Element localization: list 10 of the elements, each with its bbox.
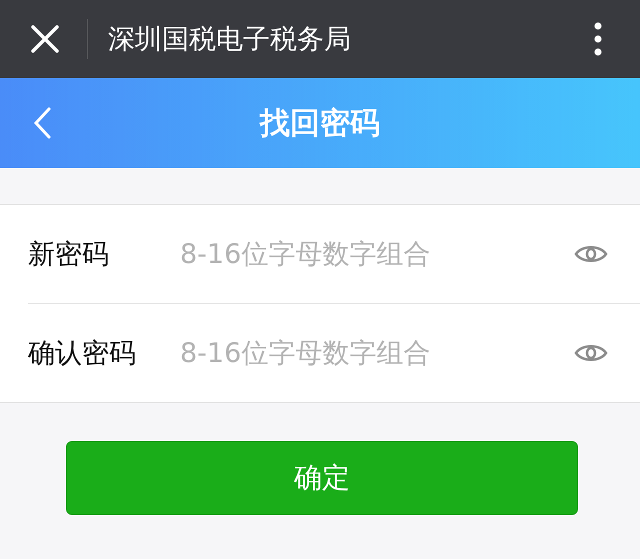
back-icon[interactable] — [33, 107, 51, 139]
field-label: 确认密码 — [28, 337, 137, 371]
page-title: 找回密码 — [260, 104, 380, 142]
field-label: 新密码 — [28, 238, 110, 272]
password-field[interactable]: 8-16位字母数字组合 — [180, 238, 574, 270]
confirm-button[interactable]: 确定 — [66, 441, 578, 515]
window-title: 深圳国税电子税务局 — [108, 23, 352, 57]
more-icon[interactable] — [594, 22, 602, 56]
password-field[interactable]: 8-16位字母数字组合 — [180, 338, 574, 368]
close-icon[interactable] — [30, 24, 60, 54]
